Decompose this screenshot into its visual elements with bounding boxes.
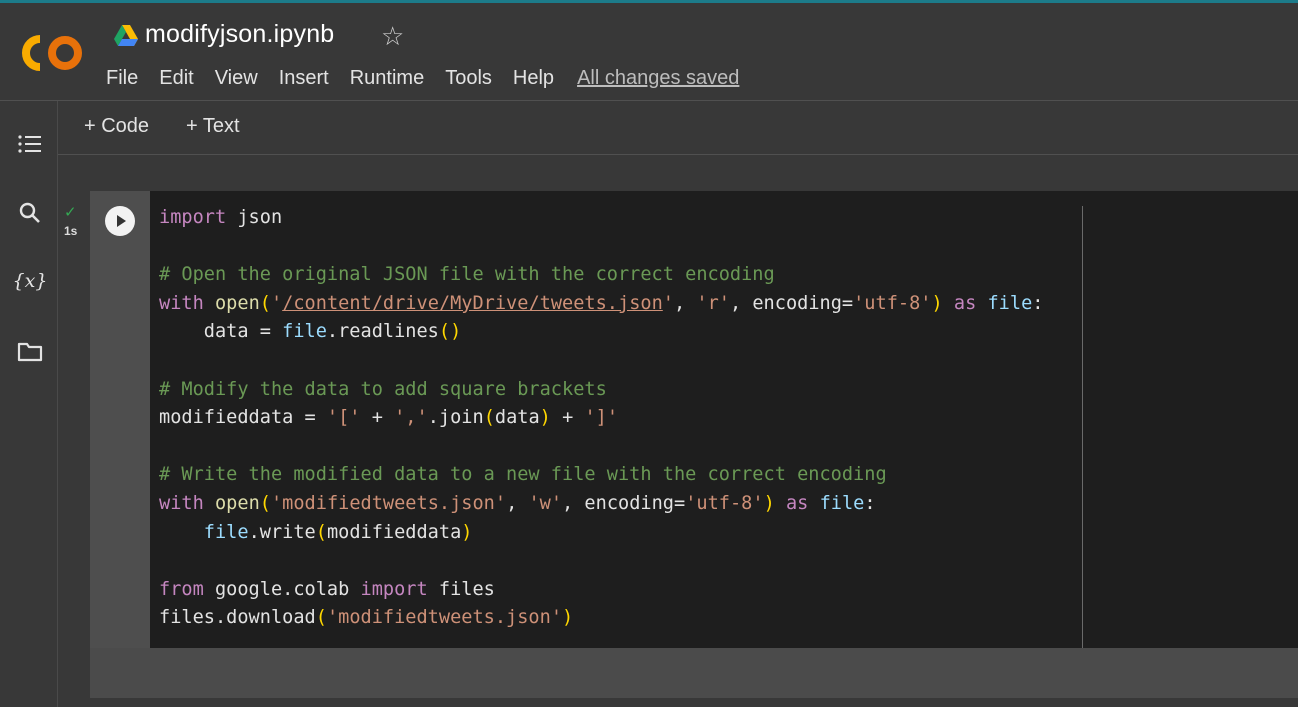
table-of-contents-icon[interactable] <box>15 129 45 159</box>
files-folder-icon[interactable] <box>15 337 45 367</box>
menu-view[interactable]: View <box>215 67 258 90</box>
menu-insert[interactable]: Insert <box>279 67 329 90</box>
execution-time: 1s <box>64 224 78 238</box>
code-line: with open('/content/drive/MyDrive/tweets… <box>159 292 1044 314</box>
left-sidebar: {x} <box>0 101 58 707</box>
save-status-link[interactable]: All changes saved <box>577 67 739 90</box>
variables-icon[interactable]: {x} <box>13 266 48 296</box>
check-icon: ✓ <box>64 204 77 221</box>
code-line: files.download('modifiedtweets.json') <box>159 607 574 629</box>
star-icon[interactable]: ☆ <box>381 20 404 52</box>
code-editor[interactable]: import json # Open the original JSON fil… <box>150 191 1298 648</box>
menu-bar: File Edit View Insert Runtime Tools Help… <box>106 65 739 91</box>
code-line: # Modify the data to add square brackets <box>159 378 607 400</box>
code-cell[interactable]: import json # Open the original JSON fil… <box>90 191 1298 698</box>
add-code-button[interactable]: + Code <box>84 115 149 138</box>
code-line: # Write the modified data to a new file … <box>159 464 887 486</box>
menu-runtime[interactable]: Runtime <box>350 67 424 90</box>
colab-logo[interactable] <box>20 33 86 73</box>
menu-tools[interactable]: Tools <box>445 67 492 90</box>
notebook-title[interactable]: modifyjson.ipynb <box>145 20 334 49</box>
code-line: data = file.readlines() <box>159 321 462 343</box>
notebook-toolbar: + Code + Text <box>58 101 1298 154</box>
search-icon[interactable] <box>15 198 45 228</box>
google-drive-icon[interactable] <box>114 25 138 47</box>
line-length-ruler <box>1082 206 1083 648</box>
cell-gutter <box>90 191 150 648</box>
toolbar-divider <box>58 154 1298 155</box>
run-cell-button[interactable] <box>105 206 135 236</box>
header: modifyjson.ipynb ☆ File Edit View Insert… <box>0 3 1298 100</box>
code-line: modifieddata = '[' + ','.join(data) + ']… <box>159 407 619 429</box>
code-line: with open('modifiedtweets.json', 'w', en… <box>159 492 876 514</box>
cell-output-area <box>90 648 1298 698</box>
code-line: from google.colab import files <box>159 578 495 600</box>
menu-help[interactable]: Help <box>513 67 554 90</box>
menu-file[interactable]: File <box>106 67 138 90</box>
menu-edit[interactable]: Edit <box>159 67 193 90</box>
cell-execution-status: ✓ 1s <box>64 205 86 238</box>
code-line: # Open the original JSON file with the c… <box>159 264 775 286</box>
code-line: import json <box>159 207 283 228</box>
add-text-button[interactable]: + Text <box>186 115 240 138</box>
code-line: file.write(modifieddata) <box>203 521 473 543</box>
code-text[interactable]: import json # Open the original JSON fil… <box>159 204 1043 633</box>
